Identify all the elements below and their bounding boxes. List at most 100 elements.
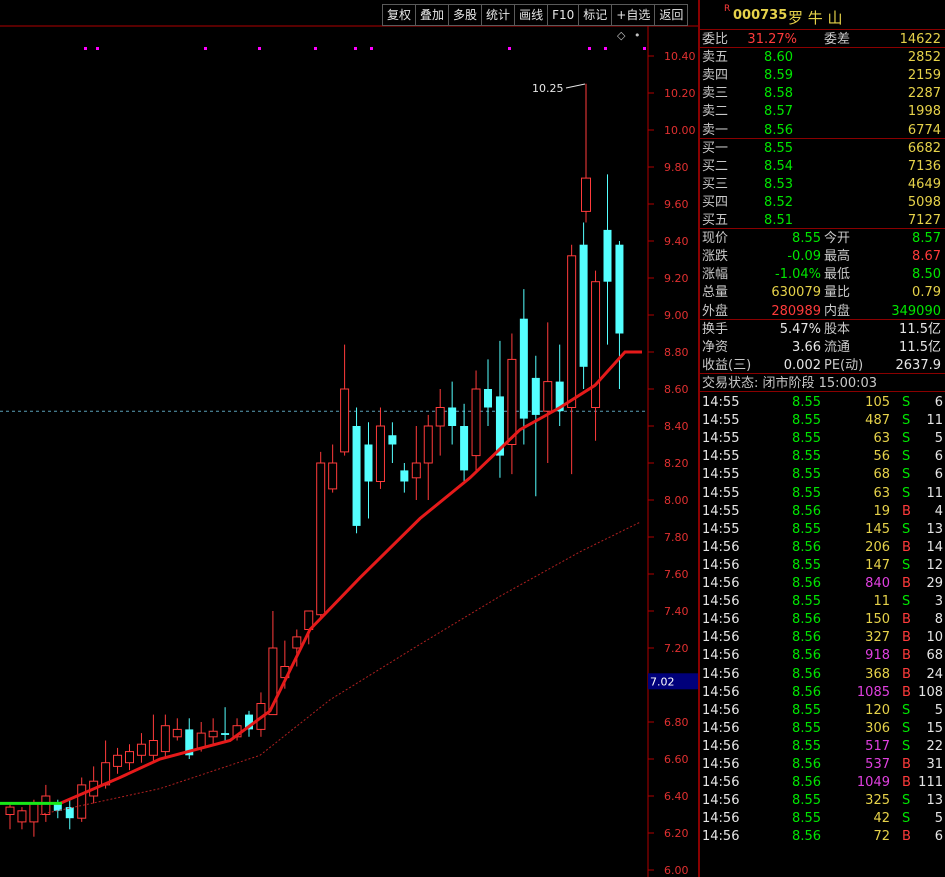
tick-side: S: [902, 702, 911, 718]
tick-side: S: [902, 738, 911, 754]
tick-side: B: [902, 757, 911, 772]
tick-row: 14:56 8.55 306 S 15: [700, 719, 945, 738]
tick-volume: 68: [873, 467, 890, 483]
tick-count: 6: [934, 467, 943, 483]
tick-price: 8.55: [792, 413, 821, 429]
candle-body-up: [41, 795, 51, 815]
sell-volume: 2287: [907, 86, 941, 102]
candle-body-up: [148, 740, 158, 756]
tick-side: B: [902, 503, 911, 519]
price-label: 6.00: [664, 864, 689, 877]
divider: [700, 391, 945, 392]
fund-row: 净资 3.66 流通 11.5亿: [700, 338, 945, 357]
toolbar-button-2[interactable]: 多股: [448, 4, 483, 26]
high-annotation: 10.25: [532, 82, 564, 95]
price-label: 8.40: [664, 420, 689, 433]
tick-time: 14:55: [702, 467, 740, 483]
tick-price: 8.55: [792, 594, 821, 610]
tick-time: 14:55: [702, 413, 740, 429]
candle-body-up: [316, 462, 326, 616]
stat-value: -1.04%: [775, 267, 821, 283]
tick-time: 14:56: [702, 738, 740, 754]
candle-body-up: [17, 810, 27, 823]
candle-body-down: [221, 733, 230, 735]
toolbar-button-8[interactable]: 返回: [654, 4, 689, 26]
tick-price: 8.56: [792, 666, 821, 682]
tick-price: 8.56: [792, 503, 821, 519]
stat-label: 涨跌: [702, 249, 729, 265]
tick-count: 31: [926, 757, 943, 772]
price-label: 8.00: [664, 494, 689, 507]
toolbar-button-3[interactable]: 统计: [481, 4, 516, 26]
toolbar-button-6[interactable]: 标记: [578, 4, 613, 26]
buy-row: 买二 8.54 7136: [700, 157, 945, 176]
tick-row: 14:56 8.56 1049 B 111: [700, 773, 945, 792]
ma-main-line: [59, 350, 642, 805]
price-label: 9.40: [664, 235, 689, 248]
tick-side: S: [902, 720, 911, 736]
tick-row: 14:56 8.55 517 S 22: [700, 737, 945, 756]
candle-body-down: [579, 244, 588, 367]
tick-time: 14:56: [702, 720, 740, 736]
fund-value: 5.47%: [779, 321, 821, 337]
quote-panel: R 000735 罗 牛 山 委比 31.27% 委差 14622 卖五 8.60 2852…: [700, 0, 945, 877]
tick-time: 14:56: [702, 811, 740, 827]
stock-name: 罗 牛 山: [788, 9, 843, 27]
tick-row: 14:56 8.56 72 B 6: [700, 827, 945, 846]
event-marker: [314, 47, 317, 50]
tick-row: 14:56 8.56 918 B 68: [700, 646, 945, 665]
price-label: 7.40: [664, 605, 689, 618]
tick-row: 14:56 8.55 147 S 12: [700, 556, 945, 575]
toolbar-button-5[interactable]: F10: [547, 4, 580, 26]
tick-side: S: [902, 594, 911, 610]
sell-label: 卖三: [702, 86, 729, 102]
price-label: 7.20: [664, 642, 689, 655]
candle-body-down: [65, 807, 74, 819]
tick-side: S: [902, 395, 911, 410]
tick-row: 14:55 8.55 105 S 6: [700, 393, 945, 412]
tick-side: B: [902, 829, 911, 845]
tick-time: 14:55: [702, 449, 740, 465]
tick-count: 8: [934, 612, 943, 628]
stat-value-2: 8.57: [912, 231, 941, 247]
stat-row: 现价 8.55 今开 8.57: [700, 229, 945, 248]
r-mark: R: [724, 4, 731, 14]
candle-body-up: [160, 725, 170, 753]
toolbar-button-0[interactable]: 复权: [382, 4, 417, 26]
tick-row: 14:56 8.56 1085 B 108: [700, 683, 945, 702]
event-marker: [84, 47, 87, 50]
sell-volume: 2852: [907, 50, 941, 66]
tick-count: 6: [934, 829, 943, 845]
buy-volume: 6682: [907, 140, 941, 156]
tick-side: S: [902, 413, 911, 429]
event-marker: [258, 47, 261, 50]
kline-chart[interactable]: 10.40 10.20 10.00 9.80 9.60 9.40 9.20 9.00 8.80 8…: [0, 0, 698, 877]
sell-volume: 2159: [907, 68, 941, 84]
price-label: 6.60: [664, 753, 689, 766]
tick-volume: 145: [865, 521, 890, 537]
candle-body-up: [340, 388, 350, 453]
stat-label: 涨幅: [702, 267, 729, 283]
tick-time: 14:56: [702, 539, 740, 555]
sell-volume: 1998: [907, 104, 941, 120]
tick-side: S: [902, 431, 911, 447]
tick-price: 8.56: [792, 648, 821, 664]
tick-count: 10: [926, 630, 943, 646]
tick-count: 108: [918, 684, 943, 700]
toolbar-button-4[interactable]: 画线: [514, 4, 549, 26]
stat-value-2: 0.79: [912, 285, 941, 301]
tick-time: 14:55: [702, 521, 740, 537]
price-label: 10.40: [664, 50, 696, 63]
stat-value: 8.55: [792, 231, 821, 247]
tick-row: 14:56 8.56 206 B 14: [700, 538, 945, 557]
tick-time: 14:56: [702, 612, 740, 628]
tick-volume: 56: [873, 449, 890, 465]
toolbar-button-1[interactable]: 叠加: [415, 4, 450, 26]
tick-side: B: [902, 576, 911, 591]
tick-count: 12: [926, 557, 943, 573]
ma-long-line: [39, 521, 641, 815]
candle-body-up: [567, 255, 577, 408]
toolbar-button-7[interactable]: +自选: [611, 4, 656, 26]
tick-row: 14:55 8.55 145 S 13: [700, 520, 945, 539]
price-label: 10.00: [664, 124, 696, 137]
